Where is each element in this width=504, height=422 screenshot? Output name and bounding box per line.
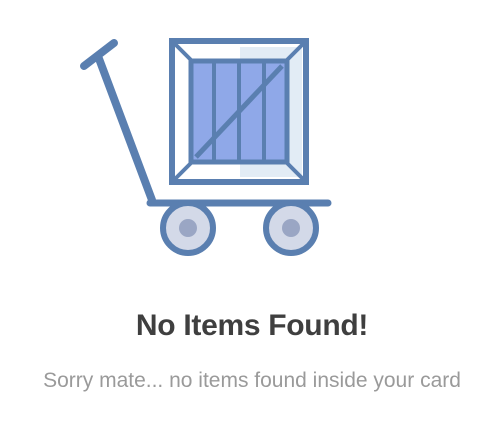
crate-icon bbox=[169, 38, 309, 185]
empty-cart-page: No Items Found! Sorry mate... no items f… bbox=[0, 0, 504, 422]
hand-truck-handle bbox=[80, 39, 156, 204]
left-wheel-icon bbox=[160, 200, 216, 256]
right-wheel-icon bbox=[263, 200, 319, 256]
empty-state-message: Sorry mate... no items found inside your… bbox=[43, 369, 461, 392]
empty-state-title: No Items Found! bbox=[135, 309, 369, 342]
hand-truck-with-crate-icon bbox=[80, 38, 332, 256]
